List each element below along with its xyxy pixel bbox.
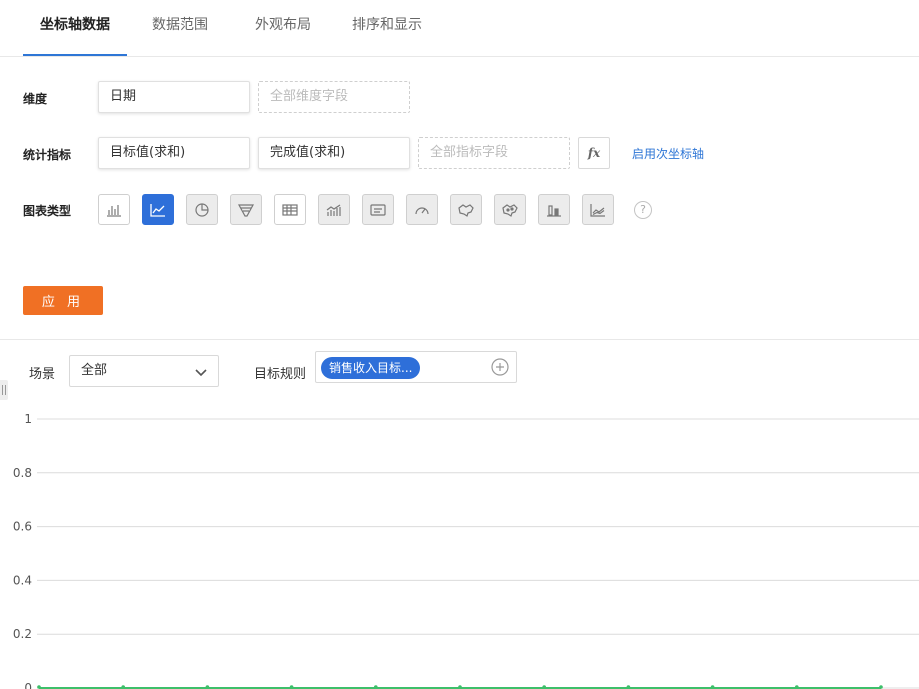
data-point[interactable] [626,685,631,689]
scene-select-value: 全部 [81,363,108,378]
map-icon [458,203,474,217]
target-rule-box[interactable]: 销售收入目标... [315,351,517,383]
active-tab-indicator [23,54,127,56]
apply-button[interactable]: 应 用 [23,286,103,315]
tab-data-range[interactable]: 数据范围 [140,0,220,57]
chart-type-text-card[interactable] [362,194,394,225]
dimension-drop-zone[interactable]: 全部维度字段 [258,81,410,113]
area-chart-icon [590,203,605,217]
metrics-label: 统计指标 [23,148,72,162]
chart-type-stacked-bar[interactable] [538,194,570,225]
line-chart: 1 0.8 0.6 0.4 0.2 0 [13,412,919,689]
section-divider [0,339,919,340]
stacked-bar-icon [547,204,561,217]
table-icon [282,203,298,216]
dimension-field-date[interactable]: 日期 [98,81,250,113]
chart-type-funnel[interactable] [230,194,262,225]
scatter-map-icon [502,203,518,217]
metric-field-completed[interactable]: 完成值(求和) [258,137,410,169]
y-tick-label: 1 [24,412,32,426]
add-circle-icon[interactable] [491,358,509,376]
chart-type-map[interactable] [450,194,482,225]
tab-appearance[interactable]: 外观布局 [243,0,323,57]
data-point[interactable] [795,685,799,689]
target-rule-tag[interactable]: 销售收入目标... [321,357,421,379]
dimension-label: 维度 [23,92,48,106]
tab-sort-display[interactable]: 排序和显示 [343,0,431,57]
chart-type-table[interactable] [274,194,306,225]
data-point[interactable] [458,685,462,689]
pie-chart-icon [195,202,209,217]
data-point[interactable] [121,685,125,689]
data-point[interactable] [374,685,378,689]
data-point[interactable] [879,685,883,689]
y-tick-label: 0.6 [13,520,32,534]
gauge-icon [415,206,429,214]
y-tick-label: 0.2 [13,627,32,641]
chart-type-pie[interactable] [186,194,218,225]
chart-type-scatter-map[interactable] [494,194,526,225]
funnel-chart-icon [237,203,255,217]
data-point[interactable] [289,685,294,689]
help-icon[interactable]: ? [634,201,652,219]
chevron-down-icon [195,369,207,377]
data-point[interactable] [37,685,41,689]
chart-type-gauge[interactable] [406,194,438,225]
drag-handle-icon[interactable] [0,380,8,400]
tab-axis-data[interactable]: 坐标轴数据 [23,0,127,57]
scene-label: 场景 [29,367,56,382]
secondary-axis-link[interactable]: 启用次坐标轴 [632,145,704,162]
tab-bar: 坐标轴数据 数据范围 外观布局 排序和显示 [0,0,919,57]
y-tick-label: 0.8 [13,466,32,480]
data-point[interactable] [205,685,210,689]
y-tick-label: 0.4 [13,573,32,587]
chart-type-area[interactable] [582,194,614,225]
y-tick-label: 0 [24,681,32,689]
text-card-icon [370,203,386,216]
chart-type-line[interactable] [142,194,174,225]
formula-button[interactable]: fx [578,137,610,169]
metric-field-target[interactable]: 目标值(求和) [98,137,250,169]
chart-type-label: 图表类型 [23,204,72,218]
chart-type-bar[interactable] [98,194,130,225]
data-point[interactable] [710,685,715,689]
chart-type-combo[interactable] [318,194,350,225]
bar-chart-icon [107,204,121,217]
combo-chart-icon [326,204,341,216]
target-rule-label: 目标规则 [254,367,307,382]
line-chart-icon [150,203,165,217]
metric-drop-zone[interactable]: 全部指标字段 [418,137,570,169]
scene-select[interactable]: 全部 [69,355,219,387]
data-point[interactable] [542,685,546,689]
